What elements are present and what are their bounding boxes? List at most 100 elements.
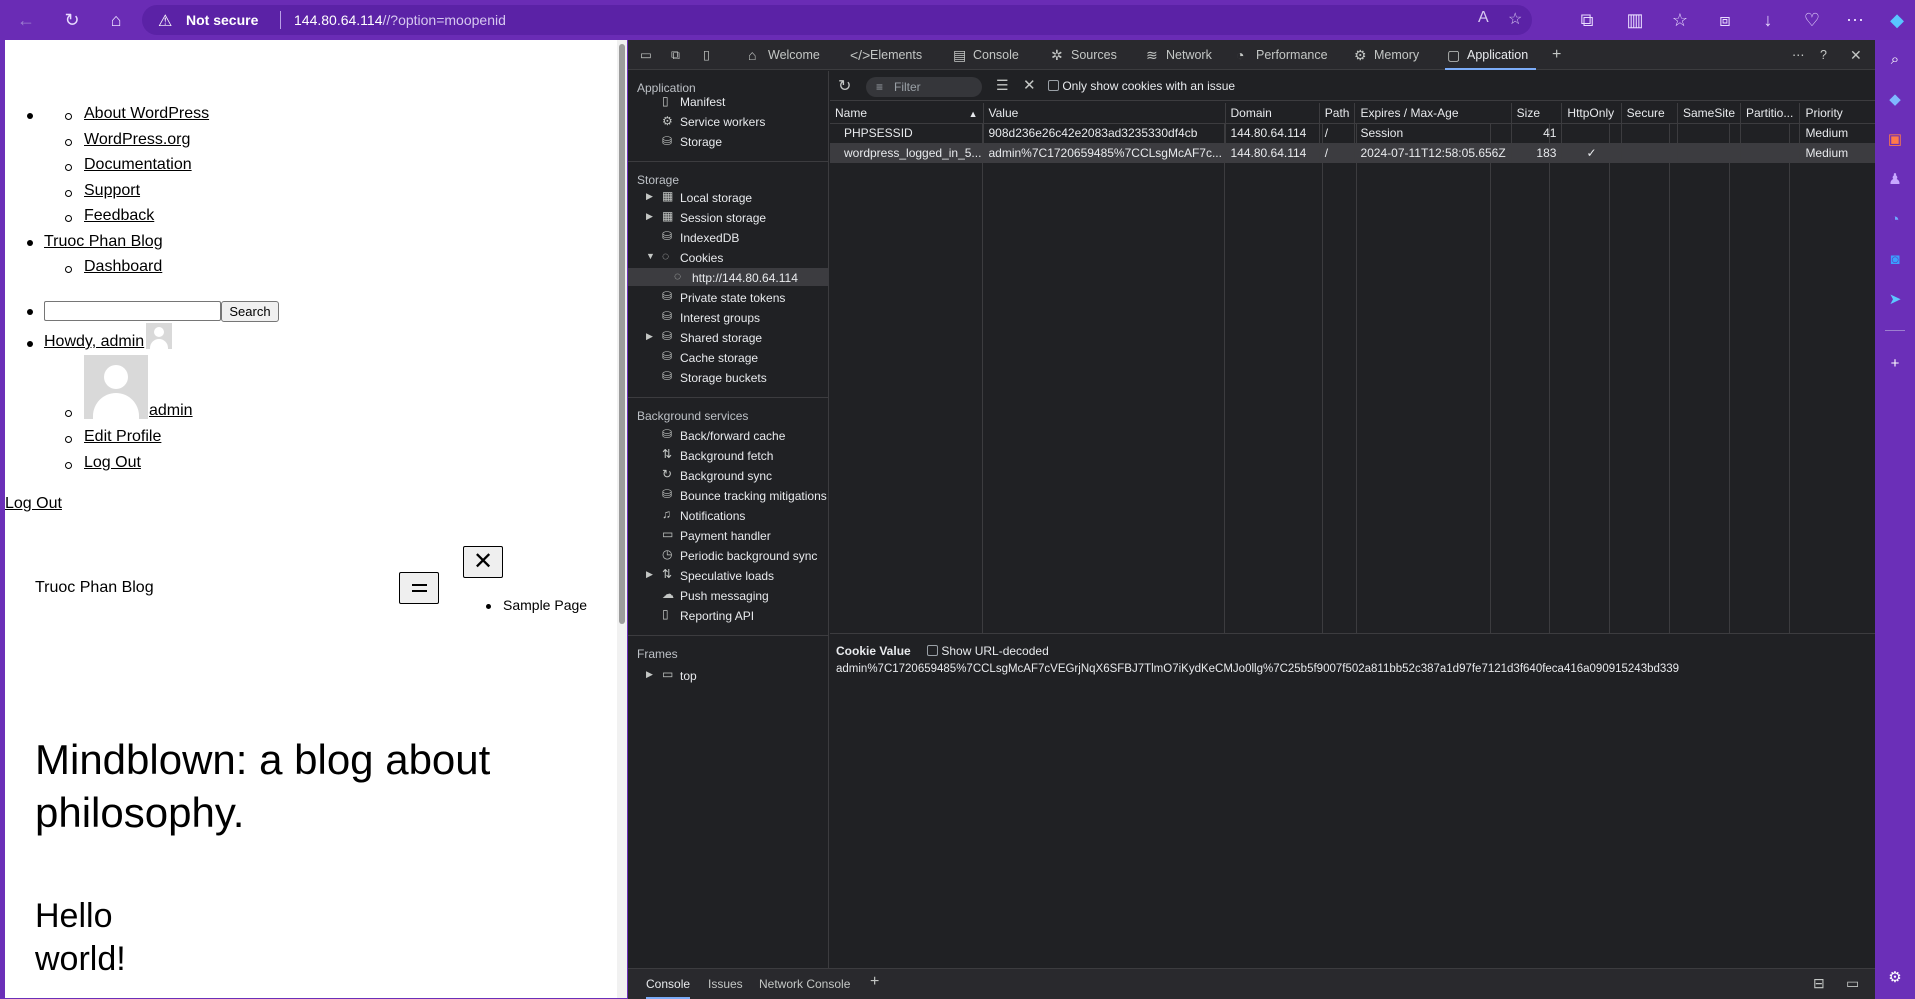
security-label[interactable]: Not secure (186, 12, 258, 28)
sidebar-item-manifest[interactable]: Manifest (680, 95, 725, 109)
tab-sources[interactable]: ✲ Sources (1049, 40, 1117, 70)
close-drawer-icon[interactable]: ▭ (1846, 975, 1859, 992)
log-out-link-2[interactable]: Log Out (5, 495, 62, 513)
feedback-link[interactable]: Feedback (84, 207, 154, 225)
sidebar-item-notifications[interactable]: Notifications (680, 509, 745, 523)
sample-page-link[interactable]: Sample Page (503, 597, 587, 613)
add-drawer-tab-icon[interactable]: + (870, 973, 879, 991)
column-header-httponly[interactable]: HttpOnly (1561, 103, 1622, 124)
add-sidebar-app-icon[interactable]: + (1885, 354, 1905, 374)
column-header-name[interactable]: Name ▲ (830, 103, 984, 124)
sidebar-item-storage[interactable]: Storage (680, 135, 722, 149)
sidebar-item-reporting-api[interactable]: Reporting API (680, 609, 754, 623)
page-scrollbar-thumb[interactable] (619, 44, 625, 624)
tools-icon[interactable]: ▣ (1885, 130, 1905, 150)
drawer-tab-console[interactable]: Console (646, 977, 691, 999)
clear-filtered-icon[interactable]: ☰ (996, 77, 1009, 94)
column-header-path[interactable]: Path (1319, 103, 1356, 124)
device-toolbar-icon[interactable]: ▭ (640, 40, 652, 70)
tab-welcome[interactable]: ⌂ Welcome (746, 40, 820, 70)
documentation-link[interactable]: Documentation (84, 156, 192, 174)
sidebar-item-periodic-sync[interactable]: Periodic background sync (680, 549, 817, 563)
expand-arrow-icon[interactable]: ▶ (646, 669, 653, 680)
copilot-icon[interactable]: ◆ (1885, 8, 1909, 32)
column-header-priority[interactable]: Priority (1799, 103, 1875, 124)
dashboard-link[interactable]: Dashboard (84, 258, 162, 276)
show-url-decoded-checkbox[interactable]: Show URL-decoded (927, 644, 1049, 658)
tab-application[interactable]: ▢ Application (1445, 40, 1537, 70)
address-bar[interactable]: ⚠ Not secure 144.80.64.114//?option=moop… (142, 5, 1532, 35)
cookie-value-text[interactable]: admin%7C1720659485%7CCLsgMcAF7cVEGrjNqX6… (836, 663, 1679, 675)
sidebar-item-shared-storage[interactable]: Shared storage (680, 331, 762, 345)
sidebar-item-cache-storage[interactable]: Cache storage (680, 351, 758, 365)
tab-performance[interactable]: ◔ Performance (1234, 40, 1328, 70)
sidebar-item-cookie-origin[interactable]: http://144.80.64.114 (692, 271, 798, 285)
sidebar-item-session-storage[interactable]: Session storage (680, 211, 766, 225)
menu-toggle-button[interactable] (399, 572, 439, 604)
filter-input[interactable]: ≡ Filter (866, 77, 982, 97)
more-menu-icon[interactable]: ⋯ (1843, 8, 1867, 32)
send-icon[interactable]: ➤ (1885, 290, 1905, 310)
favorites-icon[interactable]: ☆ (1668, 8, 1692, 32)
site-title[interactable]: Truoc Phan Blog (35, 579, 154, 597)
table-row[interactable]: PHPSESSID 908d236e26c42e2083ad3235330df4… (830, 123, 1875, 143)
drawer-tab-issues[interactable]: Issues (708, 977, 743, 991)
column-header-secure[interactable]: Secure (1621, 103, 1678, 124)
reload-icon[interactable]: ↻ (60, 8, 84, 32)
sidebar-item-frame-top[interactable]: top (680, 669, 697, 683)
sidebar-item-indexeddb[interactable]: IndexedDB (680, 231, 739, 245)
column-header-samesite[interactable]: SameSite (1677, 103, 1742, 124)
expand-arrow-icon[interactable]: ▶ (646, 211, 653, 222)
sidebar-item-service-workers[interactable]: Service workers (680, 115, 765, 129)
sidebar-item-bfcache[interactable]: Back/forward cache (680, 429, 785, 443)
collapse-arrow-icon[interactable]: ▼ (646, 251, 655, 261)
collections-icon[interactable]: ⧈ (1713, 8, 1737, 32)
help-icon[interactable]: ? (1820, 40, 1827, 70)
downloads-icon[interactable]: ↓ (1756, 8, 1780, 32)
search-button[interactable]: Search (221, 301, 279, 322)
site-name-link[interactable]: Truoc Phan Blog (44, 233, 163, 251)
tab-elements[interactable]: </> Elements (848, 40, 922, 70)
search-input[interactable] (44, 301, 221, 321)
wordpress-org-link[interactable]: WordPress.org (84, 131, 190, 149)
support-link[interactable]: Support (84, 182, 140, 200)
tab-console[interactable]: ▤ Console (951, 40, 1019, 70)
games-icon[interactable]: ♟ (1885, 170, 1905, 190)
delete-cookies-icon[interactable]: ✕ (1023, 76, 1036, 94)
issue-only-checkbox[interactable]: Only show cookies with an issue (1048, 79, 1235, 93)
close-menu-button[interactable]: ✕ (463, 546, 503, 578)
expand-arrow-icon[interactable]: ▶ (646, 569, 653, 580)
log-out-link[interactable]: Log Out (84, 454, 141, 472)
sidebar-item-push-messaging[interactable]: Push messaging (680, 589, 769, 603)
home-icon[interactable]: ⌂ (104, 8, 128, 32)
sidebar-item-payment-handler[interactable]: Payment handler (680, 529, 771, 543)
shopping-tag-icon[interactable]: ◆ (1885, 90, 1905, 110)
dock-icon[interactable]: ▯ (703, 40, 710, 70)
split-screen-icon[interactable]: ▥ (1623, 8, 1647, 32)
sidebar-item-storage-buckets[interactable]: Storage buckets (680, 371, 767, 385)
sidebar-item-private-state-tokens[interactable]: Private state tokens (680, 291, 785, 305)
sidebar-item-local-storage[interactable]: Local storage (680, 191, 752, 205)
sidebar-item-background-fetch[interactable]: Background fetch (680, 449, 773, 463)
expand-arrow-icon[interactable]: ▶ (646, 191, 653, 202)
browser-essentials-icon[interactable]: ♡ (1800, 8, 1824, 32)
favorite-star-icon[interactable]: ☆ (1508, 9, 1522, 29)
tab-memory[interactable]: ⚙ Memory (1352, 40, 1419, 70)
page-scrollbar[interactable] (617, 40, 627, 998)
column-header-domain[interactable]: Domain (1225, 103, 1320, 124)
back-icon[interactable]: ← (14, 8, 38, 32)
read-aloud-icon[interactable]: A (1478, 9, 1489, 27)
sidebar-item-bounce-tracking[interactable]: Bounce tracking mitigations (680, 489, 829, 503)
sidebar-item-background-sync[interactable]: Background sync (680, 469, 772, 483)
expand-arrow-icon[interactable]: ▶ (646, 331, 653, 342)
table-row-selected[interactable]: wordpress_logged_in_5... admin%7C1720659… (830, 143, 1875, 163)
refresh-icon[interactable]: ↻ (838, 76, 851, 96)
sidebar-item-interest-groups[interactable]: Interest groups (680, 311, 760, 325)
tab-network[interactable]: ≋ Network (1144, 40, 1212, 70)
sidebar-item-speculative-loads[interactable]: Speculative loads (680, 569, 774, 583)
more-options-icon[interactable]: ⋯ (1792, 40, 1805, 70)
search-icon[interactable]: ⌕ (1885, 50, 1905, 70)
admin-username-link[interactable]: admin (149, 402, 193, 420)
hello-world-post-link[interactable]: Hello world! (35, 895, 126, 981)
add-tab-icon[interactable]: + (1552, 40, 1561, 70)
